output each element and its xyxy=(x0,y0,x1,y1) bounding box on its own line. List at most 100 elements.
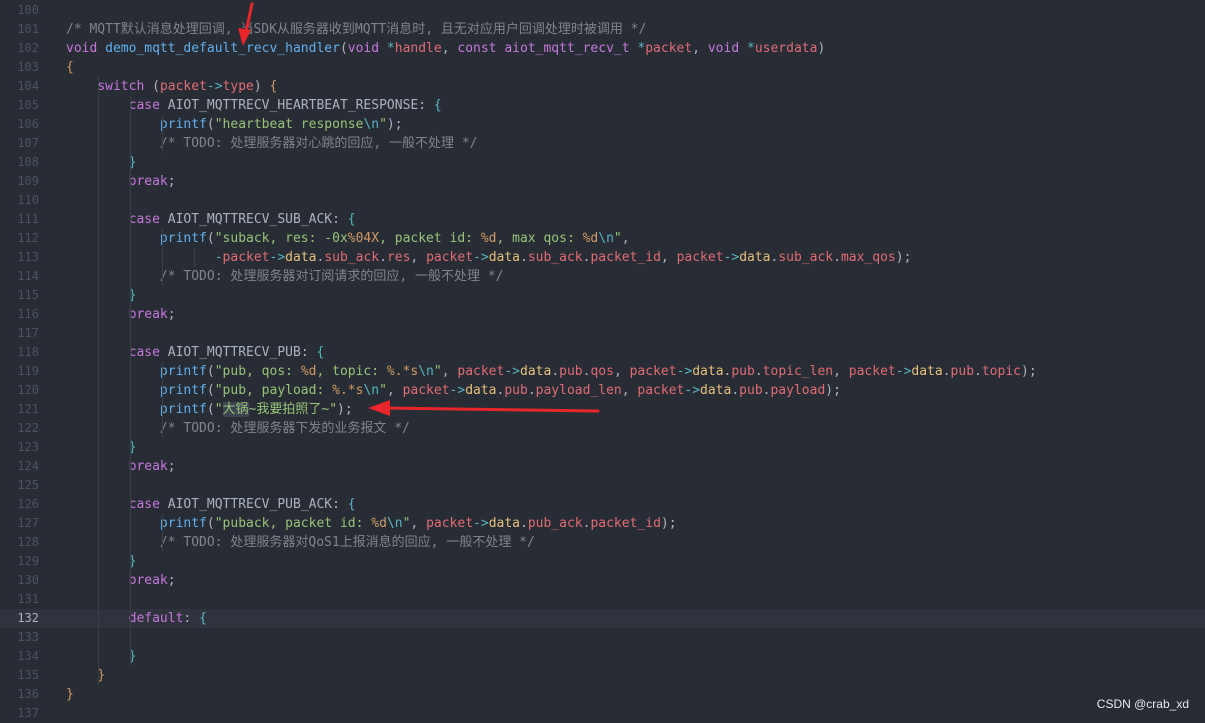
code-line[interactable]: 111 case AIOT_MQTTRECV_SUB_ACK: { xyxy=(0,210,1205,229)
line-number: 121 xyxy=(17,402,39,416)
code-line[interactable]: 129 } xyxy=(0,552,1205,571)
code-line[interactable]: 116 break; xyxy=(0,305,1205,324)
line-number: 120 xyxy=(17,383,39,397)
code-token: ); xyxy=(337,402,353,417)
code-token: "heartbeat response xyxy=(214,117,364,132)
code-text: void demo_mqtt_default_recv_handler(void… xyxy=(66,39,825,58)
code-line[interactable]: 101 /* MQTT默认消息处理回调, 当SDK从服务器收到MQTT消息时, 且… xyxy=(0,20,1205,39)
code-token: { xyxy=(199,611,207,626)
code-token: %.*s xyxy=(332,383,364,398)
line-number: 135 xyxy=(17,668,39,682)
code-line[interactable]: 114 /* TODO: 处理服务器对订阅请求的回应, 一般不处理 */ xyxy=(0,267,1205,286)
code-line[interactable]: 118 case AIOT_MQTTRECV_PUB: { xyxy=(0,343,1205,362)
code-line[interactable]: 132 default: { xyxy=(0,609,1205,628)
code-token: type xyxy=(222,79,254,94)
code-token: } xyxy=(66,687,74,702)
code-token: break xyxy=(128,459,168,474)
code-line[interactable]: 128 /* TODO: 处理服务器对QoS1上报消息的回应, 一般不处理 */ xyxy=(0,533,1205,552)
code-editor[interactable]: 100 101 /* MQTT默认消息处理回调, 当SDK从服务器收到MQTT消息时… xyxy=(0,0,1205,720)
code-token: %.*s xyxy=(386,364,419,379)
code-token: , xyxy=(410,516,427,531)
code-token: "puback, packet id: xyxy=(214,516,372,531)
code-line[interactable]: 124 break; xyxy=(0,457,1205,476)
code-token: -> xyxy=(684,383,701,398)
code-text: printf("pub, qos: %d, topic: %.*s\n", pa… xyxy=(66,362,1037,381)
code-text: { xyxy=(66,58,74,77)
code-line[interactable]: 105 case AIOT_MQTTRECV_HEARTBEAT_RESPONS… xyxy=(0,96,1205,115)
code-token: case xyxy=(128,212,160,227)
code-line[interactable]: 108 } xyxy=(0,153,1205,172)
line-number: 125 xyxy=(17,478,39,492)
code-line[interactable]: 106 printf("heartbeat response\n"); xyxy=(0,115,1205,134)
code-token: " xyxy=(379,117,387,132)
code-token: ~我要拍照了~" xyxy=(248,402,338,417)
indent-guide xyxy=(162,362,163,438)
code-line[interactable]: 102 void demo_mqtt_default_recv_handler(v… xyxy=(0,39,1205,58)
indent-guide xyxy=(98,77,99,685)
code-line[interactable]: 130 break; xyxy=(0,571,1205,590)
code-line[interactable]: 131 xyxy=(0,590,1205,609)
line-number: 136 xyxy=(17,687,39,701)
code-token: "pub, qos: xyxy=(214,364,301,379)
code-line[interactable]: 125 xyxy=(0,476,1205,495)
code-line[interactable]: 113 -packet->data.sub_ack.res, packet->d… xyxy=(0,248,1205,267)
code-line[interactable]: 100 xyxy=(0,1,1205,20)
code-token: packet_id xyxy=(590,516,661,531)
line-number: 132 xyxy=(17,611,39,625)
code-token: %04X xyxy=(347,231,380,246)
code-token: data xyxy=(911,364,943,379)
code-line[interactable]: 119 printf("pub, qos: %d, topic: %.*s\n"… xyxy=(0,362,1205,381)
code-line[interactable]: 112 printf("suback, res: -0x%04X, packet… xyxy=(0,229,1205,248)
line-number: 108 xyxy=(17,155,39,169)
code-line[interactable]: 127 printf("puback, packet id: %d\n", pa… xyxy=(0,514,1205,533)
code-token: { xyxy=(66,60,74,75)
code-token: case xyxy=(128,497,160,512)
code-text: } xyxy=(66,685,74,704)
code-line[interactable]: 103 { xyxy=(0,58,1205,77)
code-text: case AIOT_MQTTRECV_HEARTBEAT_RESPONSE: { xyxy=(66,96,442,115)
code-token: ; xyxy=(167,459,176,474)
code-line[interactable]: 121 printf("大锅~我要拍照了~"); xyxy=(0,400,1205,419)
code-text: } xyxy=(66,286,137,305)
code-line[interactable]: 123 } xyxy=(0,438,1205,457)
code-line[interactable]: 136} xyxy=(0,685,1205,704)
code-token: void xyxy=(66,41,98,56)
code-line[interactable]: 126 case AIOT_MQTTRECV_PUB_ACK: { xyxy=(0,495,1205,514)
code-token: -> xyxy=(473,516,489,531)
code-line[interactable]: 104 switch (packet->type) { xyxy=(0,77,1205,96)
code-token: ( xyxy=(144,79,160,94)
code-line[interactable]: 133 xyxy=(0,628,1205,647)
code-line[interactable]: 120 printf("pub, payload: %.*s\n", packe… xyxy=(0,381,1205,400)
code-token: , xyxy=(660,250,677,265)
line-number: 102 xyxy=(17,41,39,55)
code-line[interactable]: 117 xyxy=(0,324,1205,343)
indent-guide xyxy=(162,115,163,153)
code-token: ); xyxy=(386,117,403,132)
code-line[interactable]: 115 } xyxy=(0,286,1205,305)
line-number: 127 xyxy=(17,516,39,530)
code-line[interactable]: 107 /* TODO: 处理服务器对心跳的回应, 一般不处理 */ xyxy=(0,134,1205,153)
code-line[interactable]: 137 xyxy=(0,704,1205,723)
code-token: packet xyxy=(645,41,693,56)
code-line[interactable]: 122 /* TODO: 处理服务器下发的业务报文 */ xyxy=(0,419,1205,438)
code-token: ); xyxy=(660,516,677,531)
code-token: . xyxy=(520,250,528,265)
code-token: data xyxy=(700,383,732,398)
line-number: 133 xyxy=(17,630,39,644)
code-token: " xyxy=(379,383,387,398)
code-line[interactable]: 109 break; xyxy=(0,172,1205,191)
code-line[interactable]: 134 } xyxy=(0,647,1205,666)
code-text: break; xyxy=(66,457,176,476)
code-token: . xyxy=(551,364,560,379)
code-token: \n xyxy=(418,364,434,379)
code-text: } xyxy=(66,666,105,685)
code-line[interactable]: 110 xyxy=(0,191,1205,210)
code-line[interactable]: 135 } xyxy=(0,666,1205,685)
line-number: 111 xyxy=(17,212,39,226)
code-token: { xyxy=(433,98,442,113)
line-number: 105 xyxy=(17,98,39,112)
code-token: . xyxy=(520,516,528,531)
